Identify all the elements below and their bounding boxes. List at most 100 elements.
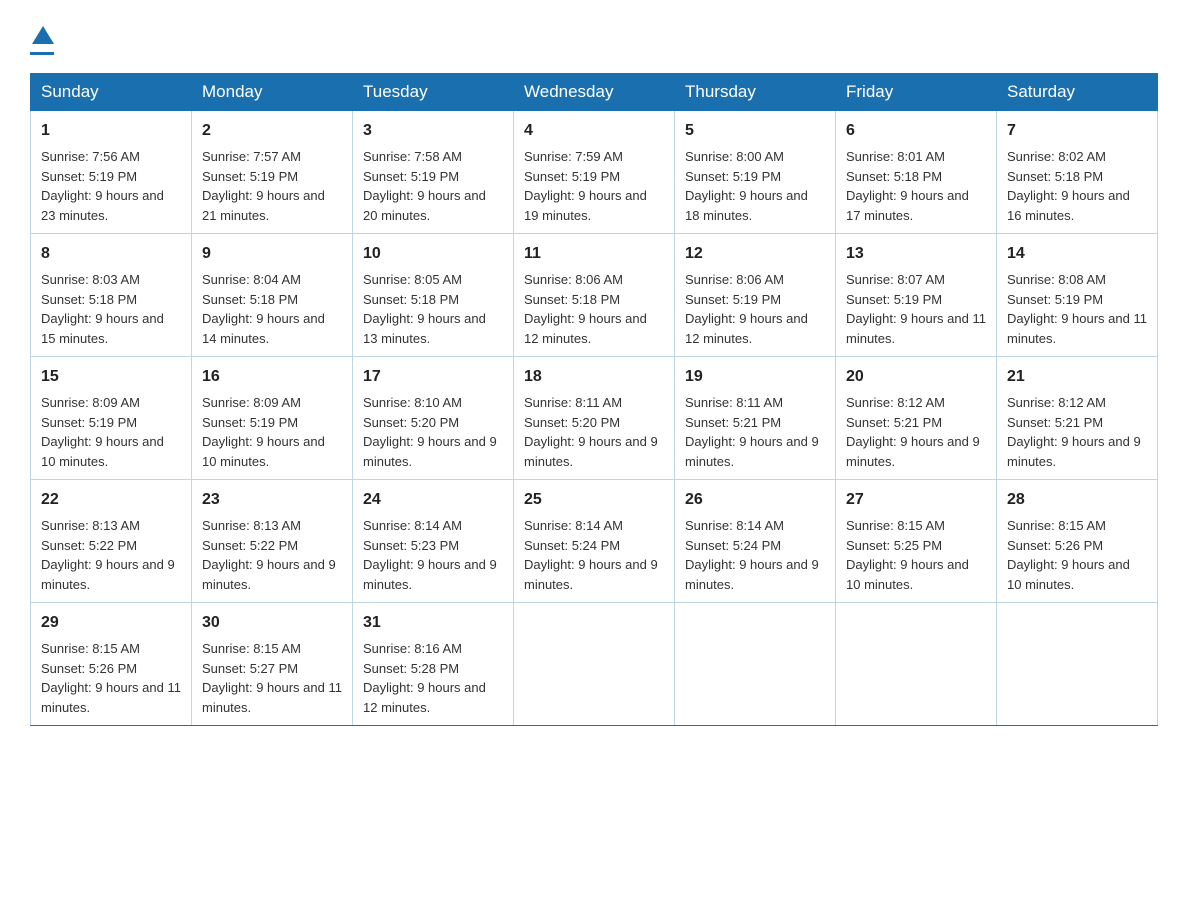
calendar-cell: [997, 603, 1158, 726]
day-number: 30: [202, 611, 342, 635]
day-info: Sunrise: 8:12 AMSunset: 5:21 PMDaylight:…: [846, 395, 980, 469]
day-number: 17: [363, 365, 503, 389]
calendar-cell: 4 Sunrise: 7:59 AMSunset: 5:19 PMDayligh…: [514, 111, 675, 234]
calendar-cell: [675, 603, 836, 726]
day-info: Sunrise: 8:14 AMSunset: 5:23 PMDaylight:…: [363, 518, 497, 592]
calendar-cell: 19 Sunrise: 8:11 AMSunset: 5:21 PMDaylig…: [675, 357, 836, 480]
day-info: Sunrise: 8:13 AMSunset: 5:22 PMDaylight:…: [202, 518, 336, 592]
day-number: 27: [846, 488, 986, 512]
calendar-cell: 11 Sunrise: 8:06 AMSunset: 5:18 PMDaylig…: [514, 234, 675, 357]
col-header-saturday: Saturday: [997, 74, 1158, 111]
calendar-cell: 31 Sunrise: 8:16 AMSunset: 5:28 PMDaylig…: [353, 603, 514, 726]
calendar-cell: 18 Sunrise: 8:11 AMSunset: 5:20 PMDaylig…: [514, 357, 675, 480]
day-number: 9: [202, 242, 342, 266]
calendar-cell: 16 Sunrise: 8:09 AMSunset: 5:19 PMDaylig…: [192, 357, 353, 480]
week-row-2: 8 Sunrise: 8:03 AMSunset: 5:18 PMDayligh…: [31, 234, 1158, 357]
calendar-cell: 23 Sunrise: 8:13 AMSunset: 5:22 PMDaylig…: [192, 480, 353, 603]
day-info: Sunrise: 7:57 AMSunset: 5:19 PMDaylight:…: [202, 149, 325, 223]
day-number: 3: [363, 119, 503, 143]
day-number: 28: [1007, 488, 1147, 512]
day-info: Sunrise: 8:06 AMSunset: 5:19 PMDaylight:…: [685, 272, 808, 346]
day-number: 16: [202, 365, 342, 389]
calendar-cell: 13 Sunrise: 8:07 AMSunset: 5:19 PMDaylig…: [836, 234, 997, 357]
week-row-5: 29 Sunrise: 8:15 AMSunset: 5:26 PMDaylig…: [31, 603, 1158, 726]
day-info: Sunrise: 8:14 AMSunset: 5:24 PMDaylight:…: [685, 518, 819, 592]
day-number: 5: [685, 119, 825, 143]
day-number: 22: [41, 488, 181, 512]
day-number: 18: [524, 365, 664, 389]
day-number: 31: [363, 611, 503, 635]
logo-triangle-icon: [32, 26, 54, 44]
day-info: Sunrise: 8:04 AMSunset: 5:18 PMDaylight:…: [202, 272, 325, 346]
calendar-cell: 12 Sunrise: 8:06 AMSunset: 5:19 PMDaylig…: [675, 234, 836, 357]
col-header-sunday: Sunday: [31, 74, 192, 111]
day-info: Sunrise: 8:11 AMSunset: 5:20 PMDaylight:…: [524, 395, 658, 469]
day-info: Sunrise: 7:58 AMSunset: 5:19 PMDaylight:…: [363, 149, 486, 223]
day-number: 2: [202, 119, 342, 143]
calendar-cell: 17 Sunrise: 8:10 AMSunset: 5:20 PMDaylig…: [353, 357, 514, 480]
day-number: 23: [202, 488, 342, 512]
calendar-cell: 14 Sunrise: 8:08 AMSunset: 5:19 PMDaylig…: [997, 234, 1158, 357]
calendar-cell: 20 Sunrise: 8:12 AMSunset: 5:21 PMDaylig…: [836, 357, 997, 480]
day-number: 21: [1007, 365, 1147, 389]
calendar-cell: 21 Sunrise: 8:12 AMSunset: 5:21 PMDaylig…: [997, 357, 1158, 480]
col-header-wednesday: Wednesday: [514, 74, 675, 111]
day-number: 1: [41, 119, 181, 143]
page-header: [30, 20, 1158, 55]
calendar-body: 1 Sunrise: 7:56 AMSunset: 5:19 PMDayligh…: [31, 111, 1158, 726]
day-number: 4: [524, 119, 664, 143]
day-info: Sunrise: 8:00 AMSunset: 5:19 PMDaylight:…: [685, 149, 808, 223]
day-number: 29: [41, 611, 181, 635]
day-number: 26: [685, 488, 825, 512]
day-info: Sunrise: 8:08 AMSunset: 5:19 PMDaylight:…: [1007, 272, 1147, 346]
day-info: Sunrise: 8:10 AMSunset: 5:20 PMDaylight:…: [363, 395, 497, 469]
calendar-cell: 3 Sunrise: 7:58 AMSunset: 5:19 PMDayligh…: [353, 111, 514, 234]
day-number: 6: [846, 119, 986, 143]
day-info: Sunrise: 8:15 AMSunset: 5:26 PMDaylight:…: [1007, 518, 1130, 592]
day-info: Sunrise: 8:12 AMSunset: 5:21 PMDaylight:…: [1007, 395, 1141, 469]
calendar-cell: [514, 603, 675, 726]
calendar-cell: 7 Sunrise: 8:02 AMSunset: 5:18 PMDayligh…: [997, 111, 1158, 234]
calendar-cell: 26 Sunrise: 8:14 AMSunset: 5:24 PMDaylig…: [675, 480, 836, 603]
col-header-tuesday: Tuesday: [353, 74, 514, 111]
day-info: Sunrise: 8:13 AMSunset: 5:22 PMDaylight:…: [41, 518, 175, 592]
calendar-cell: 28 Sunrise: 8:15 AMSunset: 5:26 PMDaylig…: [997, 480, 1158, 603]
calendar-cell: 9 Sunrise: 8:04 AMSunset: 5:18 PMDayligh…: [192, 234, 353, 357]
day-number: 8: [41, 242, 181, 266]
calendar-cell: 10 Sunrise: 8:05 AMSunset: 5:18 PMDaylig…: [353, 234, 514, 357]
calendar-cell: 8 Sunrise: 8:03 AMSunset: 5:18 PMDayligh…: [31, 234, 192, 357]
day-number: 20: [846, 365, 986, 389]
day-info: Sunrise: 8:01 AMSunset: 5:18 PMDaylight:…: [846, 149, 969, 223]
calendar-cell: 29 Sunrise: 8:15 AMSunset: 5:26 PMDaylig…: [31, 603, 192, 726]
calendar-cell: [836, 603, 997, 726]
day-info: Sunrise: 7:56 AMSunset: 5:19 PMDaylight:…: [41, 149, 164, 223]
day-info: Sunrise: 8:09 AMSunset: 5:19 PMDaylight:…: [202, 395, 325, 469]
day-number: 13: [846, 242, 986, 266]
calendar-cell: 5 Sunrise: 8:00 AMSunset: 5:19 PMDayligh…: [675, 111, 836, 234]
day-number: 24: [363, 488, 503, 512]
col-header-monday: Monday: [192, 74, 353, 111]
week-row-4: 22 Sunrise: 8:13 AMSunset: 5:22 PMDaylig…: [31, 480, 1158, 603]
day-number: 7: [1007, 119, 1147, 143]
col-header-friday: Friday: [836, 74, 997, 111]
calendar-header-row: SundayMondayTuesdayWednesdayThursdayFrid…: [31, 74, 1158, 111]
day-number: 14: [1007, 242, 1147, 266]
day-number: 10: [363, 242, 503, 266]
day-info: Sunrise: 8:15 AMSunset: 5:26 PMDaylight:…: [41, 641, 181, 715]
day-number: 19: [685, 365, 825, 389]
calendar-table: SundayMondayTuesdayWednesdayThursdayFrid…: [30, 73, 1158, 726]
calendar-cell: 6 Sunrise: 8:01 AMSunset: 5:18 PMDayligh…: [836, 111, 997, 234]
day-info: Sunrise: 8:11 AMSunset: 5:21 PMDaylight:…: [685, 395, 819, 469]
calendar-cell: 30 Sunrise: 8:15 AMSunset: 5:27 PMDaylig…: [192, 603, 353, 726]
logo: [30, 20, 54, 55]
day-number: 15: [41, 365, 181, 389]
day-info: Sunrise: 8:15 AMSunset: 5:27 PMDaylight:…: [202, 641, 342, 715]
day-info: Sunrise: 8:07 AMSunset: 5:19 PMDaylight:…: [846, 272, 986, 346]
calendar-cell: 25 Sunrise: 8:14 AMSunset: 5:24 PMDaylig…: [514, 480, 675, 603]
calendar-cell: 1 Sunrise: 7:56 AMSunset: 5:19 PMDayligh…: [31, 111, 192, 234]
day-info: Sunrise: 8:05 AMSunset: 5:18 PMDaylight:…: [363, 272, 486, 346]
day-info: Sunrise: 8:09 AMSunset: 5:19 PMDaylight:…: [41, 395, 164, 469]
day-info: Sunrise: 8:06 AMSunset: 5:18 PMDaylight:…: [524, 272, 647, 346]
day-info: Sunrise: 8:02 AMSunset: 5:18 PMDaylight:…: [1007, 149, 1130, 223]
calendar-cell: 27 Sunrise: 8:15 AMSunset: 5:25 PMDaylig…: [836, 480, 997, 603]
